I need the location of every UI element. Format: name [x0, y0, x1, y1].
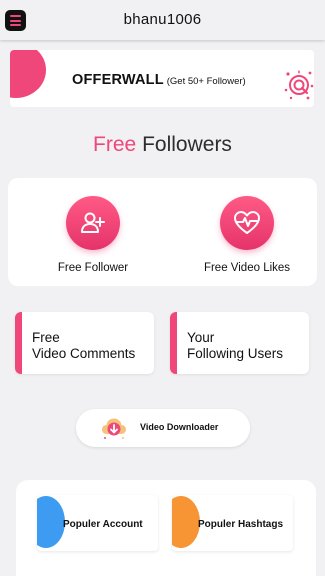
offerwall-banner[interactable]: OFFERWALL (Get 50+ Follower): [10, 50, 314, 107]
pill-comments-line2: Video Comments: [32, 346, 136, 361]
top-app-bar: bhanu1006: [0, 0, 325, 40]
free-follower-label: Free Follower: [57, 262, 129, 274]
heart-pulse-icon[interactable]: [220, 196, 274, 250]
search-badge-icon: [284, 70, 314, 100]
username-title: bhanu1006: [123, 11, 202, 28]
orange-blob: [172, 496, 200, 548]
your-following-users-button[interactable]: Your Following Users: [170, 312, 309, 374]
free-followers-card: Free Follower Free Video Likes: [8, 178, 317, 286]
blue-blob: [37, 496, 65, 548]
free-video-likes-option[interactable]: Free Video Likes: [172, 196, 322, 274]
offerwall-title: OFFERWALL: [72, 72, 164, 88]
section-title-accent: Free: [93, 133, 137, 156]
populer-hashtags-button[interactable]: Populer Hashtags: [172, 495, 293, 551]
pill-following-line1: Your: [187, 330, 215, 345]
cloud-download-icon: [102, 418, 126, 439]
pill-following-line2: Following Users: [187, 346, 284, 361]
populer-hashtags-label: Populer Hashtags: [198, 519, 284, 530]
section-title: Free Followers: [0, 133, 325, 157]
free-video-comments-button[interactable]: Free Video Comments: [15, 312, 154, 374]
video-downloader-label: Video Downloader: [140, 422, 219, 432]
offerwall-subtitle: (Get 50+ Follower): [166, 76, 246, 87]
video-downloader-button[interactable]: Video Downloader: [76, 409, 250, 447]
populer-account-button[interactable]: Populer Account: [37, 495, 158, 551]
popular-card: Populer Account Populer Hashtags: [16, 480, 316, 576]
populer-account-label: Populer Account: [63, 519, 143, 530]
decorative-blob: [10, 50, 46, 98]
free-video-likes-label: Free Video Likes: [203, 262, 291, 274]
free-follower-option[interactable]: Free Follower: [18, 196, 168, 274]
offerwall-text: OFFERWALL (Get 50+ Follower): [72, 71, 246, 89]
pill-comments-line1: Free: [32, 330, 60, 345]
add-user-icon[interactable]: [66, 196, 120, 250]
section-title-rest: Followers: [142, 133, 232, 156]
